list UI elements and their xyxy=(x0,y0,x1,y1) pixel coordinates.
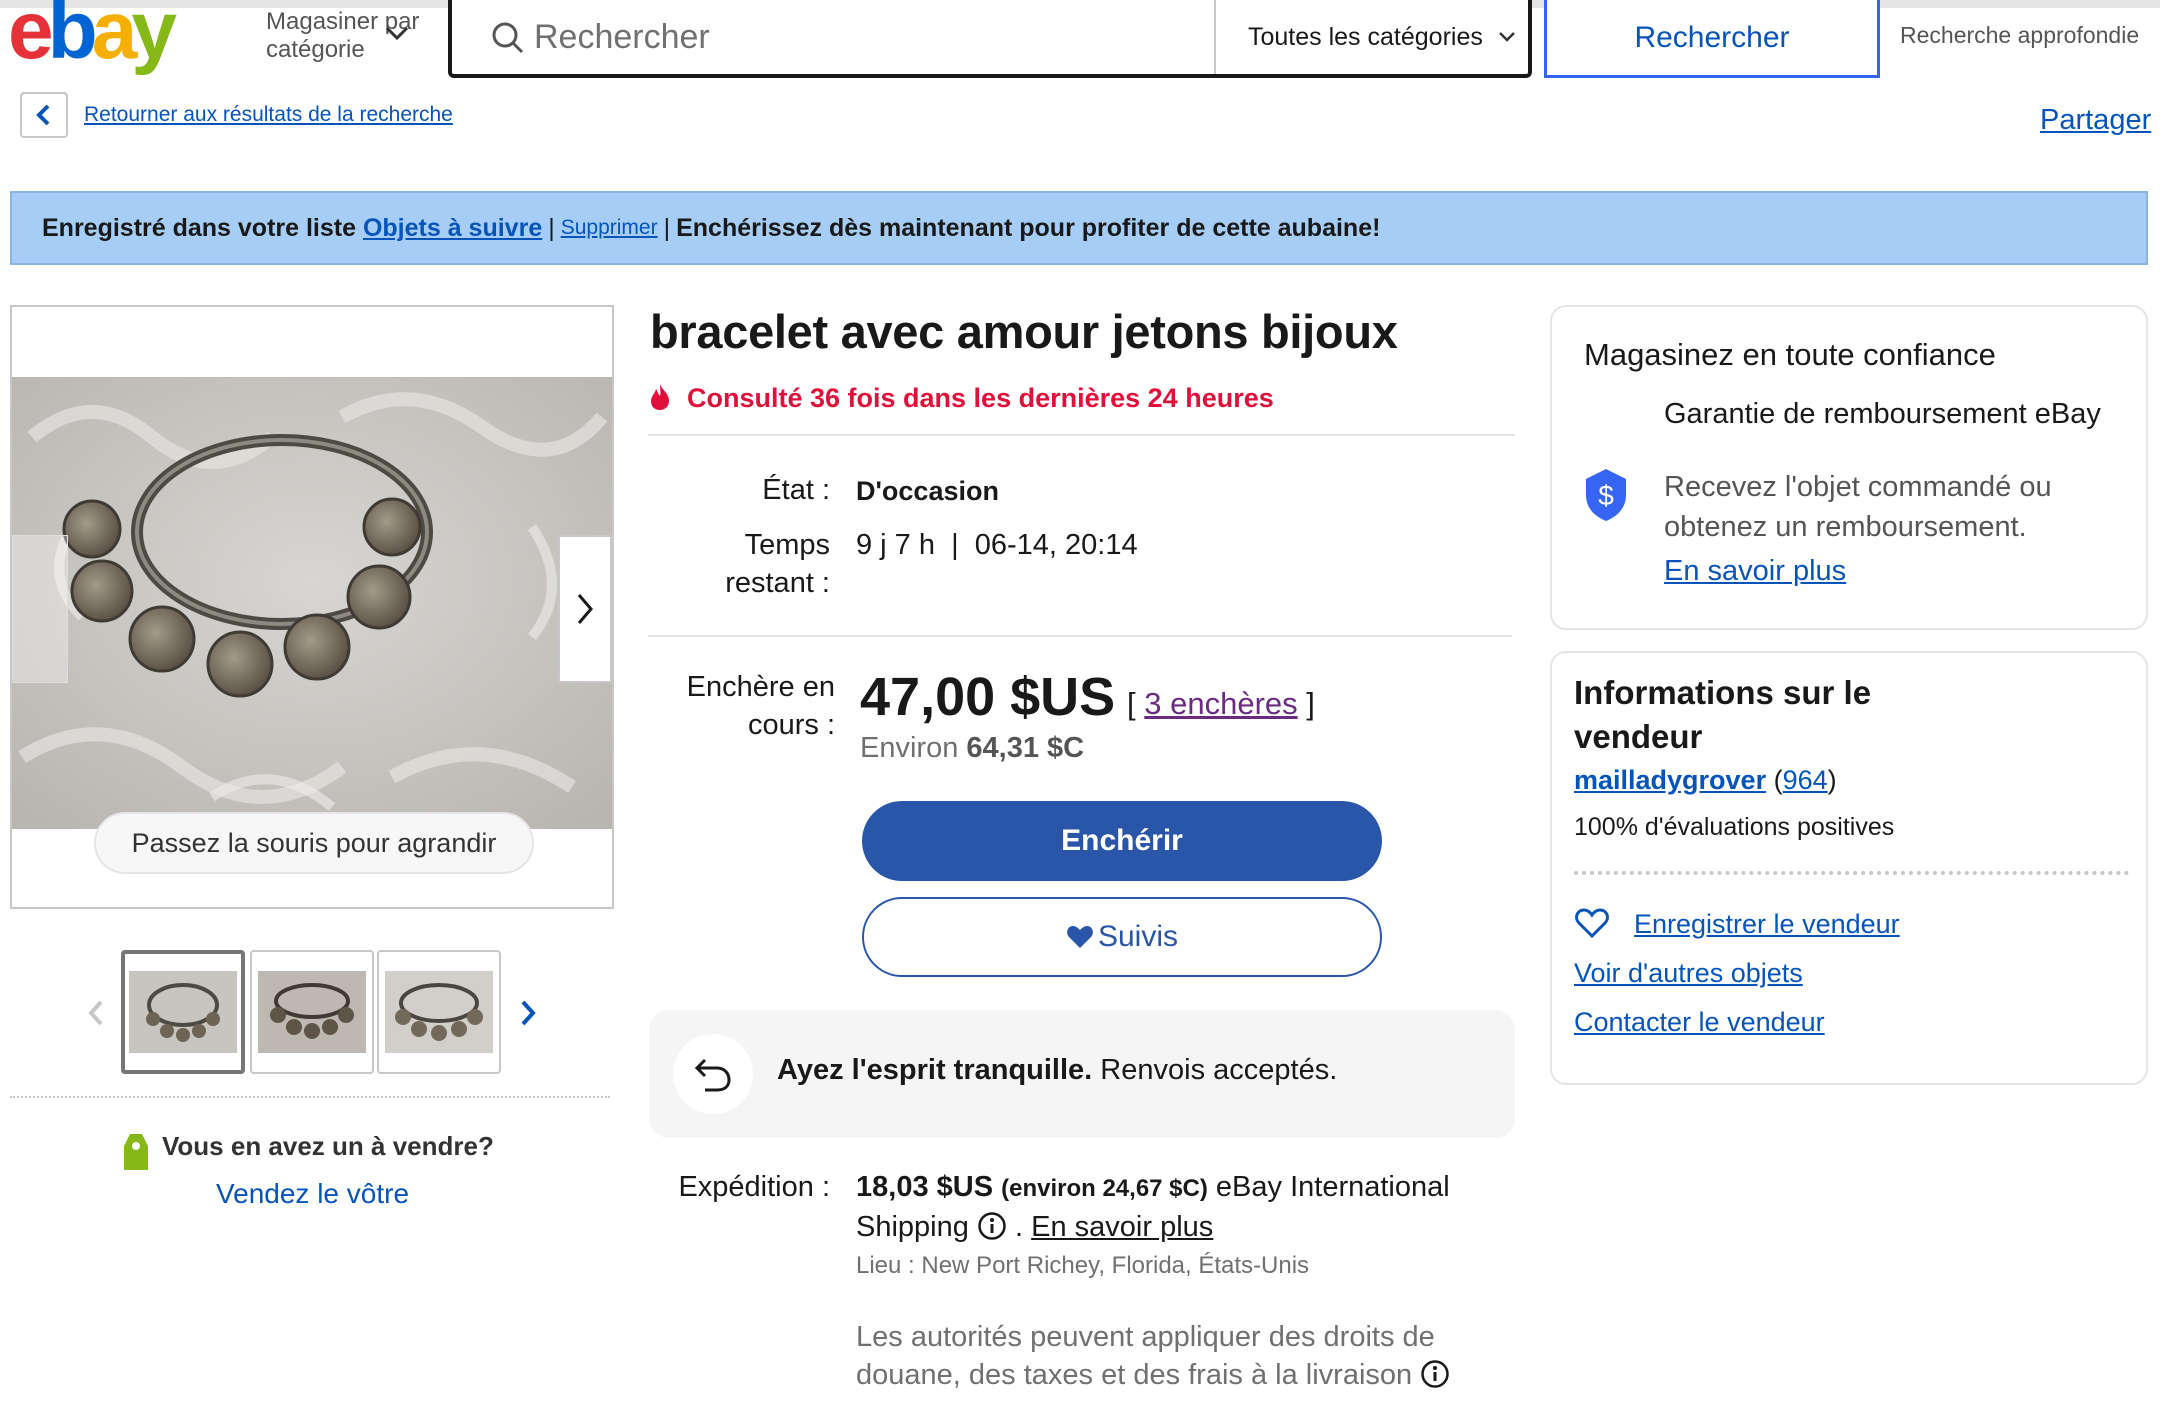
search-button[interactable]: Rechercher xyxy=(1544,0,1880,78)
shipping-label: Expédition : xyxy=(678,1171,830,1203)
banner-separator: | xyxy=(548,213,555,242)
search-input[interactable] xyxy=(534,12,1134,62)
thumbnail-image xyxy=(385,971,493,1053)
fire-icon xyxy=(651,384,669,410)
divider xyxy=(1574,871,2129,875)
seller-info-title: Informations sur le vendeur xyxy=(1574,674,1872,755)
bid-count: [ 3 enchères ] xyxy=(1127,686,1315,722)
duties-notice: Les autorités peuvent appliquer des droi… xyxy=(856,1318,1516,1394)
shop-by-category[interactable]: Magasiner par catégorie xyxy=(266,8,426,64)
guarantee-learn-more-link[interactable]: En savoir plus xyxy=(1664,555,1846,588)
back-button[interactable] xyxy=(20,92,68,138)
confidence-title: Magasinez en toute confiance xyxy=(1584,337,1996,372)
guarantee-description: Recevez l'objet commandé ou obtenez un r… xyxy=(1664,471,2052,543)
bracket-open: [ xyxy=(1127,686,1136,721)
see-other-items-link[interactable]: Voir d'autres objets xyxy=(1574,958,1803,989)
chevron-right-icon xyxy=(577,594,593,624)
info-icon[interactable] xyxy=(977,1211,1007,1241)
thumbnail-2[interactable] xyxy=(250,950,374,1074)
share-link[interactable]: Partager xyxy=(2040,104,2151,137)
image-gallery: Passez la souris pour agrandir xyxy=(10,305,614,909)
svg-text:ebay: ebay xyxy=(8,0,177,76)
price-tag-icon xyxy=(124,1134,148,1170)
banner-prefix: Enregistré dans votre liste xyxy=(42,213,357,242)
shipping-learn-more-link[interactable]: En savoir plus xyxy=(1031,1211,1213,1243)
returns-bold: Ayez l'esprit tranquille. xyxy=(777,1054,1093,1086)
remove-watch-link[interactable]: Supprimer xyxy=(561,216,658,240)
bracket-close: ] xyxy=(1306,686,1315,721)
thumbnails-next-icon[interactable] xyxy=(516,998,540,1028)
category-select[interactable]: Toutes les catégories xyxy=(1214,0,1532,74)
thumbnail-1[interactable] xyxy=(121,950,245,1074)
thumbnail-3[interactable] xyxy=(377,950,501,1074)
condition-label: État : xyxy=(762,474,830,506)
category-select-label: Toutes les catégories xyxy=(1248,22,1483,51)
shipping-details: 18,03 $US (environ 24,67 $C) eBay Intern… xyxy=(856,1168,1536,1246)
approx-prefix: Environ xyxy=(860,732,959,764)
returns-text: Ayez l'esprit tranquille. Renvois accept… xyxy=(777,1054,1337,1087)
duties-text: Les autorités peuvent appliquer des droi… xyxy=(856,1321,1435,1391)
time-left-label: Temps restant : xyxy=(725,529,830,599)
zoom-hint: Passez la souris pour agrandir xyxy=(94,812,534,874)
back-to-results-link[interactable]: Retourner aux résultats de la recherche xyxy=(84,103,453,127)
watching-label: Suivis xyxy=(1097,920,1179,953)
condition-value: D'occasion xyxy=(856,476,999,506)
thumbnail-image xyxy=(129,971,237,1053)
previous-image-button[interactable] xyxy=(12,535,68,683)
chevron-down-icon xyxy=(1498,32,1515,42)
place-bid-button[interactable]: Enchérir xyxy=(862,801,1382,881)
item-location: Lieu : New Port Richey, Florida, États-U… xyxy=(856,1252,1310,1279)
seller-feedback-percent: 100% d'évaluations positives xyxy=(1574,813,1895,841)
seller-feedback-score-link[interactable]: 964 xyxy=(1783,765,1828,795)
search-box: Toutes les catégories xyxy=(448,0,1532,78)
heart-filled-icon xyxy=(1067,926,1093,948)
current-bid-label: Enchère en cours : xyxy=(686,671,835,741)
seller-name-link[interactable]: mailladygrover xyxy=(1574,765,1766,795)
returns-info: Ayez l'esprit tranquille. Renvois accept… xyxy=(649,1010,1515,1138)
divider xyxy=(10,1096,610,1098)
confidence-panel: Magasinez en toute confiance $ Garantie … xyxy=(1550,305,2148,630)
seller-panel: Informations sur le vendeur mailladygrov… xyxy=(1550,651,2148,1085)
returns-icon xyxy=(673,1034,753,1114)
search-icon xyxy=(492,22,524,54)
advanced-search-link[interactable]: Recherche approfondie xyxy=(1900,22,2139,49)
heart-outline-icon[interactable] xyxy=(1574,907,1610,939)
shipping-price: 18,03 $US xyxy=(856,1171,994,1203)
thumbnail-image xyxy=(258,971,366,1053)
sell-question: Vous en avez un à vendre? xyxy=(162,1131,494,1161)
banner-message: Enchérissez dès maintenant pour profiter… xyxy=(676,213,1381,242)
guarantee-title: Garantie de remboursement eBay xyxy=(1664,398,2101,430)
item-photo[interactable] xyxy=(12,377,612,829)
sell-yours-link[interactable]: Vendez le vôtre xyxy=(216,1178,409,1210)
views-count: Consulté 36 fois dans les dernières 24 h… xyxy=(687,383,1274,413)
current-price: 47,00 $US xyxy=(860,667,1116,727)
info-icon[interactable] xyxy=(1420,1359,1450,1389)
returns-policy: Renvois acceptés. xyxy=(1100,1054,1338,1086)
time-left-value: 9 j 7 h | 06-14, 20:14 xyxy=(856,529,1138,561)
save-seller-link[interactable]: Enregistrer le vendeur xyxy=(1634,909,1900,940)
chevron-left-icon xyxy=(36,104,50,126)
item-title: bracelet avec amour jetons bijoux xyxy=(650,305,1398,358)
seller-identity: mailladygrover (964) xyxy=(1574,765,1837,795)
shield-dollar-icon: $ xyxy=(1586,469,1626,521)
contact-seller-link[interactable]: Contacter le vendeur xyxy=(1574,1007,1825,1038)
dot: . xyxy=(1015,1211,1024,1243)
watchlist-banner: Enregistré dans votre liste Objets à sui… xyxy=(10,191,2148,265)
divider xyxy=(648,434,1515,436)
watching-button[interactable]: Suivis xyxy=(862,897,1382,977)
divider xyxy=(648,635,1512,637)
thumbnails-prev-icon[interactable] xyxy=(84,998,108,1028)
svg-text:$: $ xyxy=(1598,480,1614,511)
bid-history-link[interactable]: 3 enchères xyxy=(1144,686,1297,721)
approx-price: Environ 64,31 $C xyxy=(860,732,1084,765)
approx-value: 64,31 $C xyxy=(966,732,1085,764)
next-image-button[interactable] xyxy=(558,535,612,683)
ebay-logo[interactable]: ebay xyxy=(8,0,248,88)
banner-separator: | xyxy=(663,213,671,242)
chevron-down-icon xyxy=(385,26,409,41)
watchlist-link[interactable]: Objets à suivre xyxy=(363,214,542,243)
shipping-approx: (environ 24,67 $C) xyxy=(1001,1175,1208,1202)
